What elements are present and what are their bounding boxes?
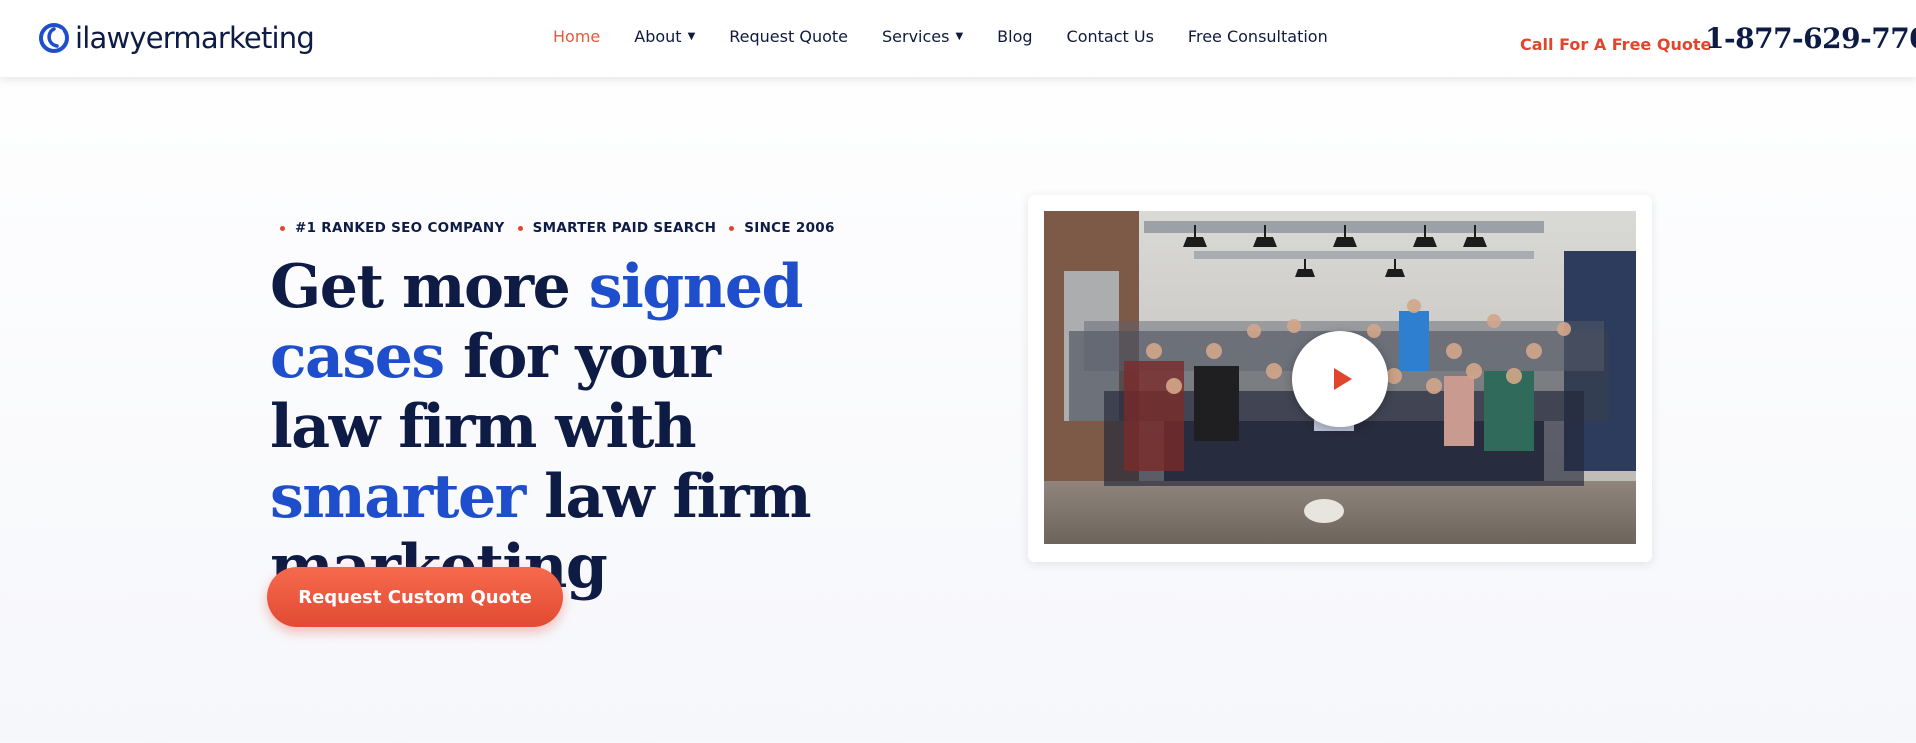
headline-text: Get more (270, 252, 589, 322)
nav-item-label: Contact Us (1066, 27, 1154, 46)
play-button[interactable] (1292, 331, 1388, 427)
nav-item-blog[interactable]: Blog (997, 27, 1032, 46)
badge: SMARTER PAID SEARCH (517, 220, 717, 236)
logo-text: ilawyermarketing (75, 21, 315, 55)
headline-highlight: cases (270, 322, 445, 392)
call-for-quote-label: Call For A Free Quote (1520, 35, 1712, 54)
nav-item-request-quote[interactable]: Request Quote (729, 27, 848, 46)
logo[interactable]: ilawyermarketing (38, 20, 315, 56)
badge-label: SINCE 2006 (744, 220, 835, 236)
bullet-dot-icon (280, 225, 285, 231)
nav-item-label: Blog (997, 27, 1033, 46)
nav-item-label: Free Consultation (1187, 27, 1328, 46)
badge-label: #1 RANKED SEO COMPANY (295, 220, 505, 236)
chevron-down-icon: ▼ (687, 31, 696, 42)
nav-item-about[interactable]: About ▼ (634, 27, 695, 46)
nav-item-label: About (634, 27, 682, 46)
headline-highlight: smarter (270, 462, 526, 532)
request-custom-quote-button[interactable]: Request Custom Quote (267, 567, 563, 627)
headline-highlight: signed (588, 252, 804, 322)
phone-number-link[interactable]: 1-877-629-7701 (1705, 22, 1916, 55)
nav-item-label: Services (881, 27, 950, 46)
nav-item-home[interactable]: Home (553, 27, 600, 46)
nav-item-label: Request Quote (729, 27, 848, 46)
badge-label: SMARTER PAID SEARCH (532, 220, 717, 236)
nav-item-label: Home (553, 27, 601, 46)
nav-item-free-consultation[interactable]: Free Consultation (1188, 27, 1328, 46)
badge: #1 RANKED SEO COMPANY (280, 220, 505, 236)
nav-item-contact-us[interactable]: Contact Us (1067, 27, 1154, 46)
bullet-dot-icon (517, 225, 523, 231)
logo-icon (39, 23, 69, 53)
hero-headline: Get more signed cases for your law firm w… (270, 252, 830, 602)
bullet-dot-icon (729, 225, 735, 231)
play-icon (1334, 368, 1352, 390)
site-header: ilawyermarketing Home About ▼ Request Qu… (0, 0, 1916, 77)
chevron-down-icon: ▼ (955, 31, 964, 42)
badge: SINCE 2006 (729, 220, 834, 236)
hero-badges: #1 RANKED SEO COMPANY SMARTER PAID SEARC… (280, 220, 848, 236)
main-nav: Home About ▼ Request Quote Services ▼ Bl… (553, 27, 1328, 46)
nav-item-services[interactable]: Services ▼ (882, 27, 963, 46)
